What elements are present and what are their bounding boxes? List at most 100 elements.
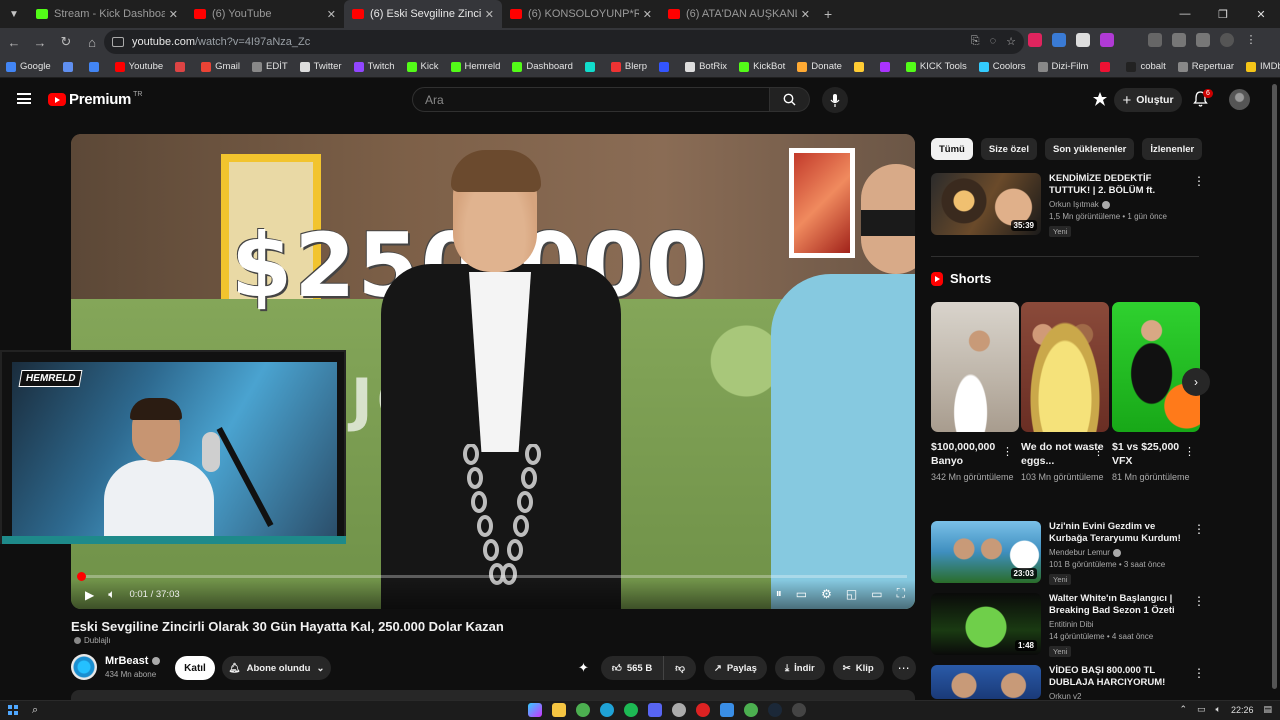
bookmark-item[interactable] <box>853 61 868 72</box>
download-button[interactable]: ⤓ İndir <box>774 656 825 680</box>
extension-icon[interactable] <box>1148 33 1162 47</box>
bookmark-item[interactable]: cobalt <box>1126 61 1166 72</box>
more-actions-icon[interactable]: ⋯ <box>891 656 916 680</box>
short-menu-icon[interactable]: ⋮ <box>1184 445 1195 458</box>
chrome-icon[interactable] <box>576 703 590 717</box>
page-scrollbar[interactable] <box>1272 84 1277 689</box>
edge-icon[interactable] <box>600 703 614 717</box>
premium-badge-icon[interactable] <box>1092 91 1108 112</box>
tab-close-icon[interactable]: ✕ <box>801 8 810 21</box>
obs-icon[interactable] <box>696 703 710 717</box>
bookmark-item[interactable] <box>584 61 599 72</box>
spotify-icon[interactable] <box>624 703 638 717</box>
bookmark-item[interactable]: Dashboard <box>512 61 573 72</box>
short-thumbnail[interactable] <box>1021 302 1109 432</box>
restore-icon[interactable]: ❐ <box>1204 8 1242 21</box>
dislike-button[interactable]: 👎︎ <box>664 656 696 680</box>
recommended-video[interactable]: 1:48 Walter White'ın Başlangıcı | Breaki… <box>931 593 1185 659</box>
chip-all[interactable]: Tümü <box>931 138 973 160</box>
bookmark-item[interactable]: Gmail <box>201 61 240 72</box>
account-avatar[interactable] <box>1229 89 1250 110</box>
bookmark-item[interactable]: Kick <box>406 61 439 72</box>
windows-start-icon[interactable] <box>8 705 18 715</box>
channel-name[interactable]: MrBeast <box>105 655 148 667</box>
bookmark-item[interactable]: Hemreld <box>450 61 500 72</box>
file-explorer-icon[interactable] <box>552 703 566 717</box>
video-thumbnail[interactable]: 35:39 <box>931 173 1041 235</box>
video-title[interactable]: KENDİMİZE DEDEKTİF TUTTUK! | 2. BÖLÜM ft… <box>1049 173 1185 197</box>
join-button[interactable]: Katıl <box>175 656 215 680</box>
bookmark-item[interactable]: Dizi-Film <box>1037 61 1088 72</box>
bookmark-item[interactable]: Twitter <box>299 61 342 72</box>
puzzle-icon[interactable] <box>1172 33 1186 47</box>
search-button[interactable] <box>770 87 810 112</box>
video-channel[interactable]: Mendebur Lemur <box>1049 548 1110 557</box>
close-window-icon[interactable]: ✕ <box>1242 8 1280 21</box>
autoplay-toggle-icon[interactable]: ⏸︎ <box>776 586 782 601</box>
settings-gear-icon[interactable]: ⚙︎ <box>821 587 832 601</box>
short-menu-icon[interactable]: ⋮ <box>1093 445 1104 458</box>
speaker-icon[interactable]: 🔈︎ <box>1216 704 1221 715</box>
bookmark-item[interactable] <box>175 61 189 72</box>
browser-tab-active[interactable]: (6) Eski Sevgiline Zincirli Olarak ✕ <box>344 0 502 28</box>
reading-list-icon[interactable] <box>1196 33 1210 47</box>
new-tab-icon[interactable]: + <box>824 6 832 22</box>
taskbar-search-icon[interactable]: ⌕ <box>32 704 38 717</box>
bookmark-item[interactable]: KICK Tools <box>905 61 967 72</box>
bookmark-item[interactable]: EDİT <box>251 61 288 72</box>
progress-bar[interactable] <box>77 572 907 581</box>
short-menu-icon[interactable]: ⋮ <box>1002 445 1013 458</box>
volume-icon[interactable]: 🔈︎ <box>108 587 115 602</box>
recommended-video[interactable]: 35:39 KENDİMİZE DEDEKTİF TUTTUK! | 2. BÖ… <box>931 173 1185 239</box>
fullscreen-icon[interactable]: ⛶ <box>897 586 905 601</box>
chrome-icon[interactable] <box>744 703 758 717</box>
premium-star-icon[interactable]: ✦ <box>578 660 589 676</box>
theater-mode-icon[interactable]: ▭ <box>871 587 882 601</box>
bookmark-item[interactable] <box>879 61 894 72</box>
video-menu-icon[interactable]: ⋮ <box>1193 666 1205 680</box>
chip-watched[interactable]: İzlenenler <box>1142 138 1203 160</box>
app-icon[interactable] <box>672 703 686 717</box>
channel-name-row[interactable]: MrBeast <box>105 655 161 667</box>
bookmark-star-icon[interactable]: ☆ <box>1006 35 1016 48</box>
tab-close-icon[interactable]: ✕ <box>169 8 178 21</box>
video-menu-icon[interactable]: ⋮ <box>1193 594 1205 608</box>
video-thumbnail[interactable]: 23:03 <box>931 521 1041 583</box>
bookmark-item[interactable] <box>1100 61 1114 72</box>
voice-search-button[interactable] <box>822 87 848 113</box>
chip-recently-uploaded[interactable]: Son yüklenenler <box>1044 138 1135 160</box>
app-icon[interactable] <box>792 703 806 717</box>
copilot-icon[interactable] <box>528 703 542 717</box>
extension-icon[interactable] <box>1028 33 1042 47</box>
browser-tab[interactable]: (6) YouTube ✕ <box>186 0 344 28</box>
kebab-menu-icon[interactable]: ⋮ <box>1244 33 1258 47</box>
bookmark-item[interactable]: Google <box>6 61 51 72</box>
tray-chevron-up-icon[interactable]: ⌃ <box>1179 704 1187 715</box>
bookmark-item[interactable]: Coolors <box>978 61 1026 72</box>
app-icon[interactable] <box>720 703 734 717</box>
menu-icon[interactable] <box>17 93 31 104</box>
bookmark-item[interactable] <box>88 61 103 72</box>
shorts-next-chevron-right-icon[interactable]: › <box>1182 368 1210 396</box>
address-bar[interactable]: youtube.com/watch?v=4I97aNza_Zc ⎘ ◌ ☆ <box>104 30 1024 54</box>
bookmark-item[interactable]: Blerp <box>610 61 647 72</box>
bookmark-item[interactable] <box>659 61 673 72</box>
recommended-video[interactable]: 23:03 Uzi'nin Evini Gezdim ve Kurbağa Te… <box>931 521 1185 587</box>
forward-icon[interactable]: → <box>28 35 52 50</box>
tab-search-icon[interactable]: ▼ <box>0 0 28 28</box>
eye-off-icon[interactable]: ◌ <box>990 35 997 48</box>
bookmark-item[interactable]: Youtube <box>114 61 163 72</box>
site-info-icon[interactable] <box>112 37 124 47</box>
search-input[interactable]: Ara <box>412 87 770 112</box>
subscribed-button[interactable]: 🔔︎ Abone olundu ⌄ <box>222 656 331 680</box>
extension-icon[interactable] <box>1100 33 1114 47</box>
like-button[interactable]: 👍︎ 565 B <box>600 656 665 680</box>
video-thumbnail[interactable] <box>931 665 1041 699</box>
video-channel[interactable]: Orkun Işıtmak <box>1049 200 1099 209</box>
create-button[interactable]: + Oluştur <box>1114 88 1182 112</box>
back-icon[interactable]: ← <box>2 35 26 50</box>
video-menu-icon[interactable]: ⋮ <box>1193 522 1205 536</box>
bookmark-item[interactable]: Donate <box>797 61 842 72</box>
browser-tab[interactable]: (6) KONSOLOYUNP*RNO | Mar ✕ <box>502 0 660 28</box>
bookmark-item[interactable] <box>62 61 77 72</box>
